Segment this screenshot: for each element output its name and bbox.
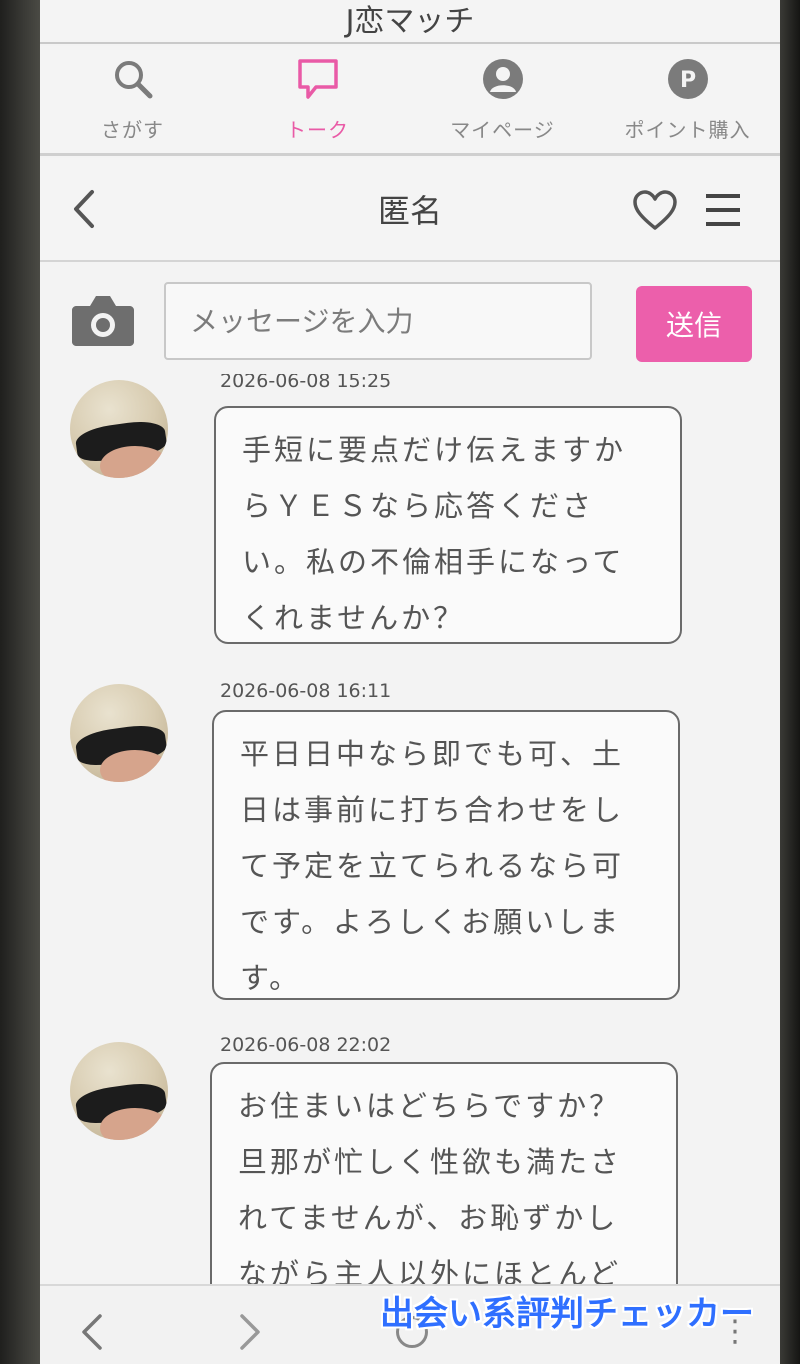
- message-line: 旦那が忙しく性欲も満たさ: [238, 1145, 623, 1179]
- camera-button[interactable]: [70, 290, 136, 350]
- send-button[interactable]: 送信: [636, 286, 752, 362]
- watermark: 出会い系評判チェッカー: [380, 1294, 754, 1334]
- nav-item-search[interactable]: さがす: [40, 46, 225, 153]
- message-timestamp: 2026-06-08 16:11: [220, 680, 392, 702]
- message-line: 平日日中なら即でも可、土: [240, 737, 625, 771]
- message-bubble: 平日日中なら即でも可、土 日は事前に打ち合わせをし て予定を立てられるなら可 で…: [212, 710, 680, 1000]
- chat-header: 匿名: [40, 158, 780, 262]
- avatar[interactable]: [70, 1042, 168, 1140]
- message-line: て予定を立てられるなら可: [240, 849, 625, 883]
- message-input[interactable]: [164, 282, 592, 360]
- top-nav: さがす トーク マイページ P ポイント購入: [40, 46, 780, 156]
- chevron-left-icon: [82, 1314, 102, 1350]
- message-timestamp: 2026-06-08 15:25: [220, 374, 392, 392]
- search-icon: [110, 56, 156, 102]
- avatar[interactable]: [70, 684, 168, 782]
- message-line: くれませんか？: [242, 601, 466, 635]
- device-bezel-right: [780, 0, 800, 1364]
- message-line: 日は事前に打ち合わせをし: [240, 793, 625, 827]
- message-list: 2026-06-08 15:25 手短に要点だけ伝えますか らＹＥＳなら応答くだ…: [40, 374, 780, 1284]
- message-line: らＹＥＳなら応答くださ: [242, 489, 595, 523]
- svg-text:P: P: [679, 68, 695, 93]
- hamburger-menu-icon: [706, 194, 740, 226]
- points-icon: P: [665, 56, 711, 102]
- user-icon: [480, 56, 526, 102]
- heart-icon: [633, 190, 677, 230]
- message-bubble: 手短に要点だけ伝えますか らＹＥＳなら応答くださ い。私の不倫相手になって くれ…: [214, 406, 682, 644]
- nav-item-talk[interactable]: トーク: [225, 46, 410, 153]
- message-line: ながら主人以外にほとんど: [238, 1257, 622, 1284]
- app-title: J恋マッチ: [40, 0, 780, 44]
- avatar[interactable]: [70, 380, 168, 478]
- message-line: お住まいはどちらですか？: [238, 1089, 622, 1123]
- nav-label-search: さがす: [101, 118, 164, 142]
- message-line: す。: [240, 961, 302, 995]
- message-composer: 送信: [40, 264, 780, 374]
- message-bubble: お住まいはどちらですか？ 旦那が忙しく性欲も満たさ れてませんが、お恥ずかし な…: [210, 1062, 678, 1284]
- chat-bubble-icon: [295, 56, 341, 102]
- device-bezel-left: [0, 0, 40, 1364]
- browser-back-button[interactable]: [78, 1312, 106, 1356]
- browser-forward-button[interactable]: [236, 1312, 264, 1356]
- menu-button[interactable]: [702, 190, 744, 230]
- phone-screen: J恋マッチ さがす トーク マイページ P ポイント購入 匿名 メッセージを入力…: [40, 0, 780, 1364]
- nav-item-points[interactable]: P ポイント購入: [595, 46, 780, 153]
- message-line: れてませんが、お恥ずかし: [238, 1201, 619, 1235]
- message-line: です。よろしくお願いしま: [240, 905, 622, 939]
- message-line: い。私の不倫相手になって: [242, 545, 625, 579]
- nav-label-talk: トーク: [286, 118, 349, 142]
- message-timestamp: 2026-06-08 22:02: [220, 1034, 392, 1056]
- nav-label-points: ポイント購入: [624, 118, 751, 142]
- favorite-button[interactable]: [632, 188, 678, 234]
- nav-label-mypage: マイページ: [450, 118, 555, 142]
- chevron-right-icon: [240, 1314, 260, 1350]
- camera-icon: [72, 296, 134, 346]
- message-line: 手短に要点だけ伝えますか: [242, 433, 627, 467]
- nav-item-mypage[interactable]: マイページ: [410, 46, 595, 153]
